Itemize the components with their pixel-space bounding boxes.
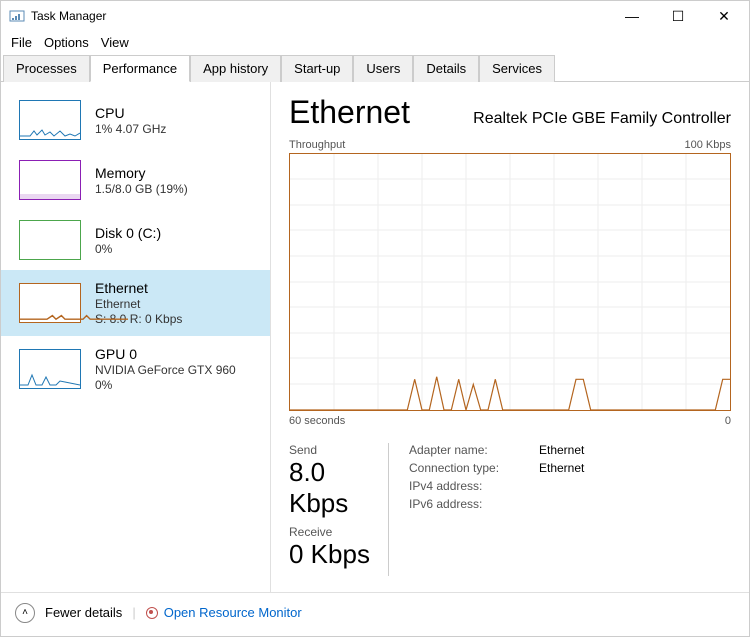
chart-bottom-left-label: 60 seconds <box>289 415 345 427</box>
tab-performance[interactable]: Performance <box>90 55 190 82</box>
gpu-sub2: 0% <box>95 378 236 392</box>
cpu-title: CPU <box>95 105 166 121</box>
tab-startup[interactable]: Start-up <box>281 55 353 82</box>
cpu-thumbnail <box>19 100 81 140</box>
chart-top-left-label: Throughput <box>289 139 345 151</box>
ipv4-key: IPv4 address: <box>409 479 539 493</box>
cpu-sub: 1% 4.07 GHz <box>95 122 166 136</box>
chart-top-right-label: 100 Kbps <box>685 139 731 151</box>
tab-app-history[interactable]: App history <box>190 55 281 82</box>
adapter-label: Realtek PCIe GBE Family Controller <box>473 110 731 128</box>
sidebar: CPU 1% 4.07 GHz Memory 1.5/8.0 GB (19%) … <box>1 82 271 592</box>
ipv6-key: IPv6 address: <box>409 497 539 511</box>
close-button[interactable]: ✕ <box>701 1 747 31</box>
adapter-name-key: Adapter name: <box>409 443 539 457</box>
disk-thumbnail <box>19 220 81 260</box>
menubar: File Options View <box>1 31 749 54</box>
app-icon <box>9 8 25 24</box>
disk-title: Disk 0 (C:) <box>95 225 161 241</box>
send-value: 8.0 Kbps <box>289 457 378 519</box>
memory-thumbnail <box>19 160 81 200</box>
tab-services[interactable]: Services <box>479 55 555 82</box>
page-title: Ethernet <box>289 94 410 131</box>
memory-title: Memory <box>95 165 188 181</box>
conn-type-key: Connection type: <box>409 461 539 475</box>
menu-options[interactable]: Options <box>38 33 95 52</box>
receive-value: 0 Kbps <box>289 539 378 570</box>
maximize-button[interactable]: ☐ <box>655 1 701 31</box>
sidebar-item-gpu[interactable]: GPU 0 NVIDIA GeForce GTX 960 0% <box>1 336 270 402</box>
adapter-name-val: Ethernet <box>539 443 584 457</box>
sidebar-item-disk[interactable]: Disk 0 (C:) 0% <box>1 210 270 270</box>
gpu-sub1: NVIDIA GeForce GTX 960 <box>95 363 236 377</box>
sidebar-item-memory[interactable]: Memory 1.5/8.0 GB (19%) <box>1 150 270 210</box>
menu-view[interactable]: View <box>95 33 135 52</box>
fewer-details-button[interactable]: Fewer details <box>45 605 122 620</box>
tab-processes[interactable]: Processes <box>3 55 90 82</box>
chart-bottom-right-label: 0 <box>725 415 731 427</box>
send-label: Send <box>289 443 378 457</box>
window-title: Task Manager <box>31 9 609 23</box>
ethernet-thumbnail <box>19 283 81 323</box>
disk-sub: 0% <box>95 242 161 256</box>
memory-sub: 1.5/8.0 GB (19%) <box>95 182 188 196</box>
tab-details[interactable]: Details <box>413 55 479 82</box>
gpu-title: GPU 0 <box>95 346 236 362</box>
receive-label: Receive <box>289 525 378 539</box>
gpu-thumbnail <box>19 349 81 389</box>
throughput-chart <box>289 153 731 411</box>
chevron-up-icon[interactable]: ˄ <box>15 603 35 623</box>
tab-users[interactable]: Users <box>353 55 413 82</box>
sidebar-item-cpu[interactable]: CPU 1% 4.07 GHz <box>1 90 270 150</box>
resource-monitor-icon <box>146 607 158 619</box>
sidebar-item-ethernet[interactable]: Ethernet Ethernet S: 8.0 R: 0 Kbps <box>1 270 270 336</box>
minimize-button[interactable]: — <box>609 1 655 31</box>
open-resource-monitor-link[interactable]: Open Resource Monitor <box>146 605 302 620</box>
footer: ˄ Fewer details | Open Resource Monitor <box>1 592 749 632</box>
titlebar: Task Manager — ☐ ✕ <box>1 1 749 31</box>
main-panel: Ethernet Realtek PCIe GBE Family Control… <box>271 82 749 592</box>
ethernet-title: Ethernet <box>95 280 182 296</box>
conn-type-val: Ethernet <box>539 461 584 475</box>
menu-file[interactable]: File <box>5 33 38 52</box>
tabs: Processes Performance App history Start-… <box>1 54 749 82</box>
